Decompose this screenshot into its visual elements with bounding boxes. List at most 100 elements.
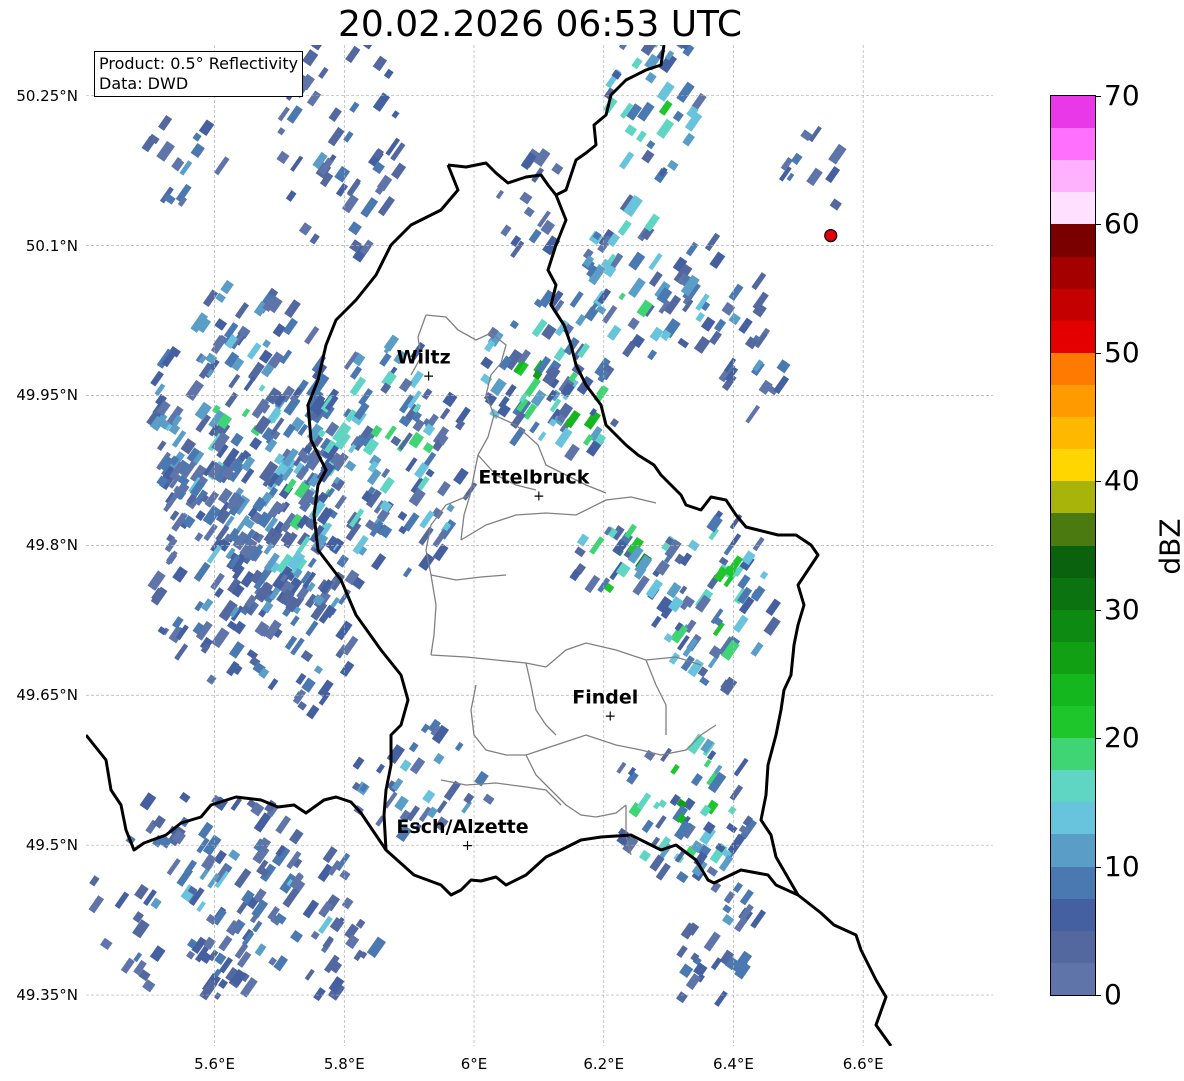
radar-echo-cell bbox=[422, 442, 435, 454]
radar-echo-cell bbox=[147, 570, 166, 591]
colorbar-band bbox=[1051, 802, 1095, 835]
colorbar-band bbox=[1051, 609, 1095, 643]
radar-echo-cell bbox=[379, 352, 392, 367]
radar-echo-cell bbox=[190, 142, 205, 159]
radar-echo-cell bbox=[519, 191, 533, 205]
radar-echo-cell bbox=[682, 132, 695, 147]
radar-echo-cell bbox=[224, 391, 239, 408]
colorbar bbox=[1050, 95, 1096, 996]
radar-echo-cell bbox=[656, 118, 675, 139]
lat-tick-label: 49.65°N bbox=[16, 686, 78, 705]
radar-echo-cell bbox=[339, 869, 351, 881]
colorbar-band bbox=[1051, 513, 1095, 546]
lat-tick-label: 50.25°N bbox=[16, 86, 78, 105]
radar-echo-cell bbox=[442, 391, 458, 408]
radar-echo-cell bbox=[649, 326, 664, 342]
radar-echo-cell bbox=[773, 375, 790, 395]
canton-boundaries bbox=[410, 314, 717, 856]
lon-tick-label: 5.8°E bbox=[323, 1055, 365, 1073]
radar-echo-cell bbox=[655, 815, 667, 829]
colorbar-band bbox=[1051, 256, 1095, 290]
colorbar-band bbox=[1051, 930, 1095, 964]
radar-echo-cell bbox=[421, 388, 433, 400]
radar-echo-cell bbox=[656, 81, 675, 102]
radar-echo-cell bbox=[211, 627, 230, 649]
colorbar-tick-label: 10 bbox=[1104, 849, 1140, 883]
radar-echo-cell bbox=[627, 317, 640, 330]
city-findel[interactable]: +Findel bbox=[572, 686, 638, 724]
radar-echo-cell bbox=[750, 909, 767, 929]
radar-map[interactable]: + Wiltz + Ettelbruck + Findel + Esch/Alzette bbox=[86, 45, 993, 1046]
radar-echo-cell bbox=[228, 641, 245, 659]
radar-echo-cell bbox=[383, 68, 394, 80]
radar-echo-cell bbox=[509, 426, 526, 447]
lon-tick-label: 6.4°E bbox=[713, 1055, 754, 1073]
radar-echo-cell bbox=[574, 546, 586, 558]
city-marker-icon: + bbox=[462, 838, 474, 854]
radar-echo-cell bbox=[668, 652, 681, 665]
radar-echo-cell bbox=[584, 306, 599, 322]
radar-echo-cell bbox=[628, 277, 646, 298]
radar-echo-cell bbox=[408, 741, 419, 753]
radar-echo-cell bbox=[722, 904, 732, 914]
radar-echo-cell bbox=[727, 833, 746, 855]
radar-echo-cell bbox=[618, 292, 626, 301]
radar-echo-cell bbox=[371, 553, 387, 571]
radar-echo-cell bbox=[394, 795, 409, 812]
colorbar-band bbox=[1051, 96, 1095, 129]
map-canvas[interactable]: +Wiltz +Ettelbruck +Findel +Esch/Alzette bbox=[86, 45, 993, 1046]
radar-echo-cell bbox=[390, 435, 402, 447]
radar-echo-cell bbox=[564, 443, 580, 462]
product-info-box: Product: 0.5° Reflectivity Data: DWD bbox=[94, 51, 304, 97]
radar-echo-cell bbox=[347, 178, 361, 196]
radar-echo-cell bbox=[670, 764, 680, 775]
lat-tick-label: 49.8°N bbox=[25, 536, 78, 555]
map-gridlines bbox=[86, 45, 993, 1046]
radar-echo-cell bbox=[480, 356, 494, 370]
colorbar-band bbox=[1051, 481, 1095, 514]
radar-echo-cell bbox=[726, 822, 738, 834]
radar-echo-cell bbox=[759, 570, 769, 580]
radar-echo-cell bbox=[703, 931, 721, 952]
colorbar-band bbox=[1051, 128, 1095, 161]
radar-echo-cell bbox=[646, 140, 656, 150]
radar-echo-cell bbox=[718, 556, 729, 566]
radar-echo-cell bbox=[99, 937, 113, 951]
radar-site-marker[interactable] bbox=[824, 229, 838, 243]
radar-echo-cell bbox=[254, 943, 267, 957]
radar-echo-cell bbox=[375, 763, 386, 774]
colorbar-tick-label: 20 bbox=[1104, 721, 1140, 755]
colorbar-tick-label: 0 bbox=[1104, 978, 1122, 1011]
colorbar-tick-mark bbox=[1096, 995, 1101, 996]
city-esch-alzette[interactable]: +Esch/Alzette bbox=[396, 816, 528, 854]
radar-echo-cell bbox=[304, 326, 320, 345]
radar-echo-cell bbox=[422, 789, 436, 804]
city-marker-icon: + bbox=[533, 488, 545, 504]
radar-echo-cell bbox=[695, 311, 706, 323]
radar-echo-cell bbox=[463, 792, 475, 805]
radar-echo-cell bbox=[290, 615, 300, 627]
radar-echo-cell bbox=[409, 757, 426, 775]
colorbar-band bbox=[1051, 898, 1095, 932]
radar-echo-cell bbox=[166, 858, 181, 876]
city-wiltz[interactable]: +Wiltz bbox=[397, 347, 451, 385]
radar-echo-cell bbox=[282, 317, 299, 336]
radar-echo-cell bbox=[602, 304, 618, 324]
colorbar-tick-label: 60 bbox=[1104, 207, 1140, 241]
radar-echo-cell bbox=[360, 197, 379, 218]
radar-echo-cell bbox=[194, 532, 204, 542]
radar-echo-cell bbox=[139, 792, 157, 811]
city-ettelbruck[interactable]: +Ettelbruck bbox=[478, 466, 589, 504]
radar-echo-cell bbox=[461, 800, 472, 814]
radar-echo-cell bbox=[334, 165, 351, 183]
colorbar-tick-mark bbox=[1096, 224, 1101, 226]
radar-echo-cell bbox=[595, 304, 607, 315]
radar-echo-cell bbox=[192, 132, 202, 142]
radar-echo-cell bbox=[727, 805, 737, 815]
radar-echo-cell bbox=[352, 756, 365, 770]
radar-echo-cell bbox=[196, 901, 206, 913]
radar-echo-cell bbox=[120, 957, 135, 974]
radar-echo-cell bbox=[304, 968, 315, 981]
radar-echo-cell bbox=[218, 935, 233, 952]
radar-echo-cell bbox=[171, 616, 184, 629]
